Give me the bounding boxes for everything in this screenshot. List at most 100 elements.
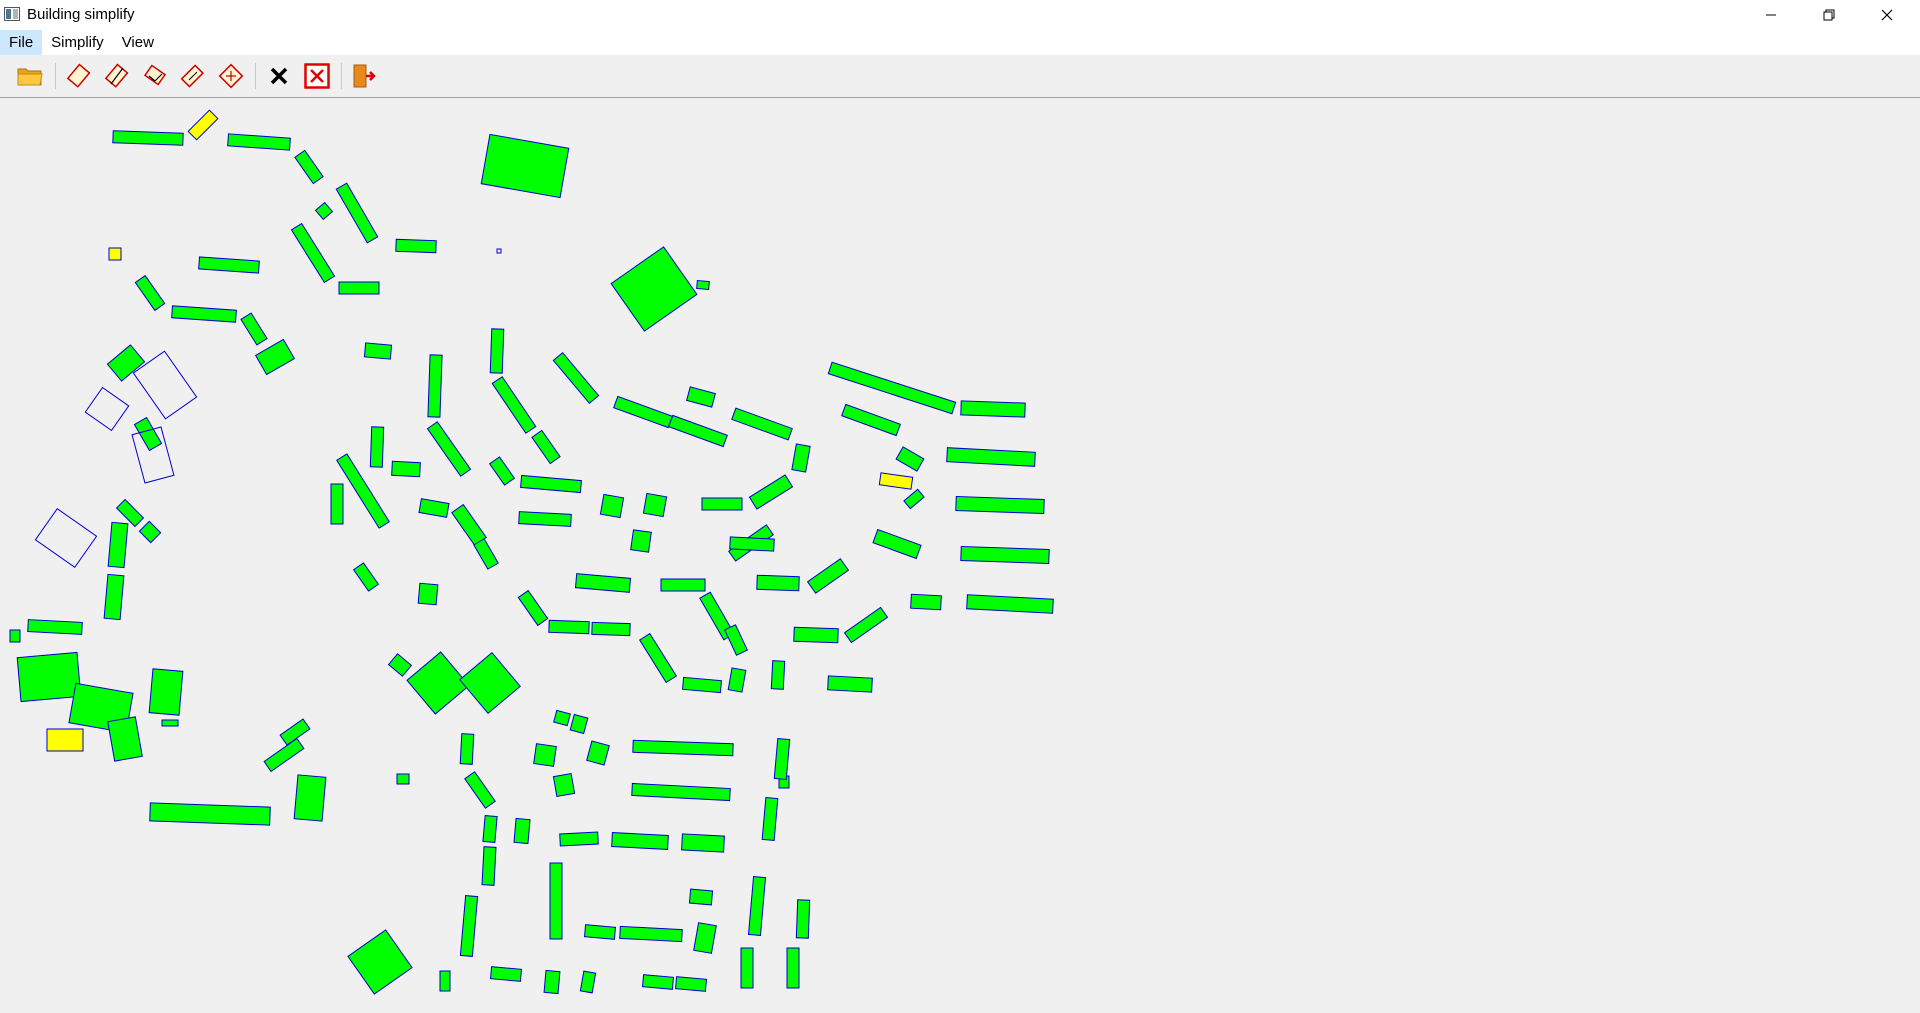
building[interactable] bbox=[688, 888, 714, 906]
building[interactable] bbox=[841, 403, 901, 437]
building-selected[interactable] bbox=[187, 109, 219, 141]
building[interactable] bbox=[103, 573, 125, 621]
building[interactable] bbox=[668, 414, 728, 448]
building[interactable] bbox=[491, 376, 537, 434]
building[interactable] bbox=[363, 342, 393, 360]
building[interactable] bbox=[107, 716, 143, 762]
building[interactable] bbox=[946, 447, 1036, 467]
building[interactable] bbox=[740, 947, 754, 989]
building[interactable] bbox=[227, 133, 291, 151]
building[interactable] bbox=[674, 976, 708, 992]
building[interactable] bbox=[872, 528, 922, 560]
building[interactable] bbox=[569, 713, 589, 735]
building[interactable] bbox=[347, 929, 413, 995]
building[interactable] bbox=[459, 895, 479, 957]
building[interactable] bbox=[369, 426, 385, 468]
building[interactable] bbox=[254, 338, 296, 376]
building[interactable] bbox=[240, 312, 268, 346]
building[interactable] bbox=[960, 400, 1026, 418]
building[interactable] bbox=[417, 582, 439, 606]
building[interactable] bbox=[552, 773, 576, 797]
building[interactable] bbox=[480, 133, 570, 199]
building[interactable] bbox=[553, 709, 571, 727]
simplify-3-button[interactable] bbox=[140, 61, 170, 91]
simplify-4-button[interactable] bbox=[178, 61, 208, 91]
building-selected[interactable] bbox=[878, 472, 914, 490]
building[interactable] bbox=[482, 814, 498, 844]
simplify-2-button[interactable] bbox=[102, 61, 132, 91]
building[interactable] bbox=[630, 529, 652, 553]
building[interactable] bbox=[806, 558, 850, 594]
building[interactable] bbox=[793, 626, 839, 644]
building[interactable] bbox=[138, 520, 162, 544]
close-button[interactable] bbox=[1858, 0, 1916, 30]
building[interactable] bbox=[395, 238, 437, 254]
building[interactable] bbox=[599, 493, 625, 519]
building[interactable] bbox=[9, 629, 21, 643]
building-selected[interactable] bbox=[108, 247, 122, 261]
building[interactable] bbox=[559, 831, 599, 847]
building[interactable] bbox=[611, 832, 669, 850]
building[interactable] bbox=[161, 719, 179, 727]
menu-file[interactable]: File bbox=[0, 30, 43, 55]
building[interactable] bbox=[827, 675, 873, 693]
building[interactable] bbox=[533, 743, 557, 767]
building[interactable] bbox=[263, 737, 305, 773]
building[interactable] bbox=[418, 498, 450, 518]
building-outline[interactable] bbox=[84, 386, 130, 432]
building[interactable] bbox=[549, 862, 563, 940]
building[interactable] bbox=[701, 497, 743, 511]
building[interactable] bbox=[693, 922, 717, 954]
building[interactable] bbox=[632, 739, 734, 757]
building-selected[interactable] bbox=[46, 728, 84, 752]
building[interactable] bbox=[133, 416, 163, 452]
building[interactable] bbox=[107, 521, 129, 569]
building[interactable] bbox=[391, 460, 421, 478]
building[interactable] bbox=[613, 395, 673, 429]
building[interactable] bbox=[481, 846, 497, 886]
building[interactable] bbox=[464, 771, 496, 809]
building[interactable] bbox=[641, 974, 675, 990]
building[interactable] bbox=[548, 619, 590, 635]
building[interactable] bbox=[335, 182, 379, 244]
building[interactable] bbox=[638, 632, 678, 684]
building[interactable] bbox=[579, 970, 597, 994]
building[interactable] bbox=[773, 738, 791, 780]
building[interactable] bbox=[294, 149, 324, 185]
building[interactable] bbox=[895, 446, 925, 472]
building[interactable] bbox=[293, 774, 327, 822]
open-button[interactable] bbox=[15, 61, 45, 91]
building[interactable] bbox=[148, 668, 184, 716]
building[interactable] bbox=[910, 593, 942, 611]
building[interactable] bbox=[518, 511, 572, 527]
building[interactable] bbox=[106, 344, 146, 382]
building[interactable] bbox=[406, 651, 470, 715]
menu-simplify[interactable]: Simplify bbox=[42, 30, 113, 55]
building[interactable] bbox=[955, 495, 1045, 515]
building[interactable] bbox=[198, 256, 260, 274]
building[interactable] bbox=[610, 246, 698, 332]
building[interactable] bbox=[843, 606, 889, 644]
simplify-1-button[interactable] bbox=[64, 61, 94, 91]
map-canvas[interactable] bbox=[0, 98, 1920, 1013]
building[interactable] bbox=[686, 386, 716, 408]
building[interactable] bbox=[903, 488, 925, 510]
building[interactable] bbox=[543, 969, 561, 995]
building[interactable] bbox=[731, 407, 793, 441]
building[interactable] bbox=[960, 545, 1050, 565]
simplify-5-button[interactable] bbox=[216, 61, 246, 91]
clear-all-button[interactable] bbox=[302, 61, 332, 91]
building[interactable] bbox=[552, 351, 600, 405]
building[interactable] bbox=[619, 925, 683, 943]
building[interactable] bbox=[330, 483, 344, 525]
building[interactable] bbox=[473, 538, 499, 570]
building[interactable] bbox=[427, 354, 443, 418]
building[interactable] bbox=[727, 667, 747, 693]
building[interactable] bbox=[696, 279, 710, 291]
building[interactable] bbox=[583, 924, 617, 940]
building[interactable] bbox=[531, 429, 561, 465]
building[interactable] bbox=[723, 624, 749, 656]
building[interactable] bbox=[134, 274, 166, 312]
building[interactable] bbox=[314, 201, 334, 221]
building[interactable] bbox=[489, 966, 523, 982]
